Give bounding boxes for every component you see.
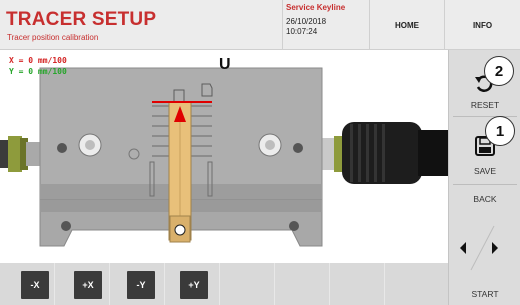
reset-label: RESET — [470, 100, 500, 110]
jog-plus-x-button[interactable]: +X — [74, 271, 102, 299]
save-label: SAVE — [473, 166, 497, 176]
callout-marker-reset: 2 — [484, 56, 514, 86]
service-time: 10:07:24 — [286, 27, 318, 36]
panel-divider — [453, 184, 517, 185]
start-label: START — [471, 289, 499, 299]
header-divider — [282, 0, 283, 50]
toolbar-cell — [330, 263, 385, 305]
page-title: TRACER SETUP — [6, 9, 157, 30]
home-button[interactable]: HOME — [370, 0, 444, 50]
back-button[interactable]: BACK — [449, 186, 520, 224]
jog-plus-y-button[interactable]: +Y — [180, 271, 208, 299]
toolbar-cell — [275, 263, 330, 305]
chevron-right-icon — [492, 242, 498, 254]
jog-toolbar: -X +X -Y +Y — [0, 263, 448, 305]
jog-minus-y-button[interactable]: -Y — [127, 271, 155, 299]
header-bar: TRACER SETUP Tracer position calibration… — [0, 0, 520, 50]
right-action-panel: RESET SAVE BACK START — [448, 50, 520, 305]
toolbar-cell — [385, 263, 448, 305]
info-button[interactable]: INFO — [445, 0, 520, 50]
prev-next-arrows — [460, 225, 498, 271]
jog-minus-x-button[interactable]: -X — [21, 271, 49, 299]
tracer-clamp-illustration — [0, 67, 448, 247]
service-date: 26/10/2018 — [286, 17, 327, 26]
tracer-setup-screen: TRACER SETUP Tracer position calibration… — [0, 0, 520, 305]
right-connector — [322, 122, 448, 184]
start-button[interactable]: START — [449, 276, 520, 305]
x-position-readout: X = 0 mm/100 — [9, 56, 67, 65]
key-blade — [168, 101, 192, 243]
left-connector — [0, 136, 40, 172]
chevron-left-icon — [460, 242, 466, 254]
key-profile-label: U — [219, 56, 231, 73]
service-name: Service Keyline — [286, 3, 346, 12]
toolbar-cell — [220, 263, 275, 305]
back-label: BACK — [473, 194, 497, 204]
y-position-readout: Y = 0 mm/100 — [9, 67, 67, 76]
callout-marker-save: 1 — [485, 116, 515, 146]
panel-divider — [453, 116, 517, 117]
prev-next-control[interactable] — [449, 222, 520, 274]
page-subtitle: Tracer position calibration — [7, 33, 99, 42]
service-info: Service Keyline 26/10/2018 10:07:24 — [286, 3, 366, 47]
